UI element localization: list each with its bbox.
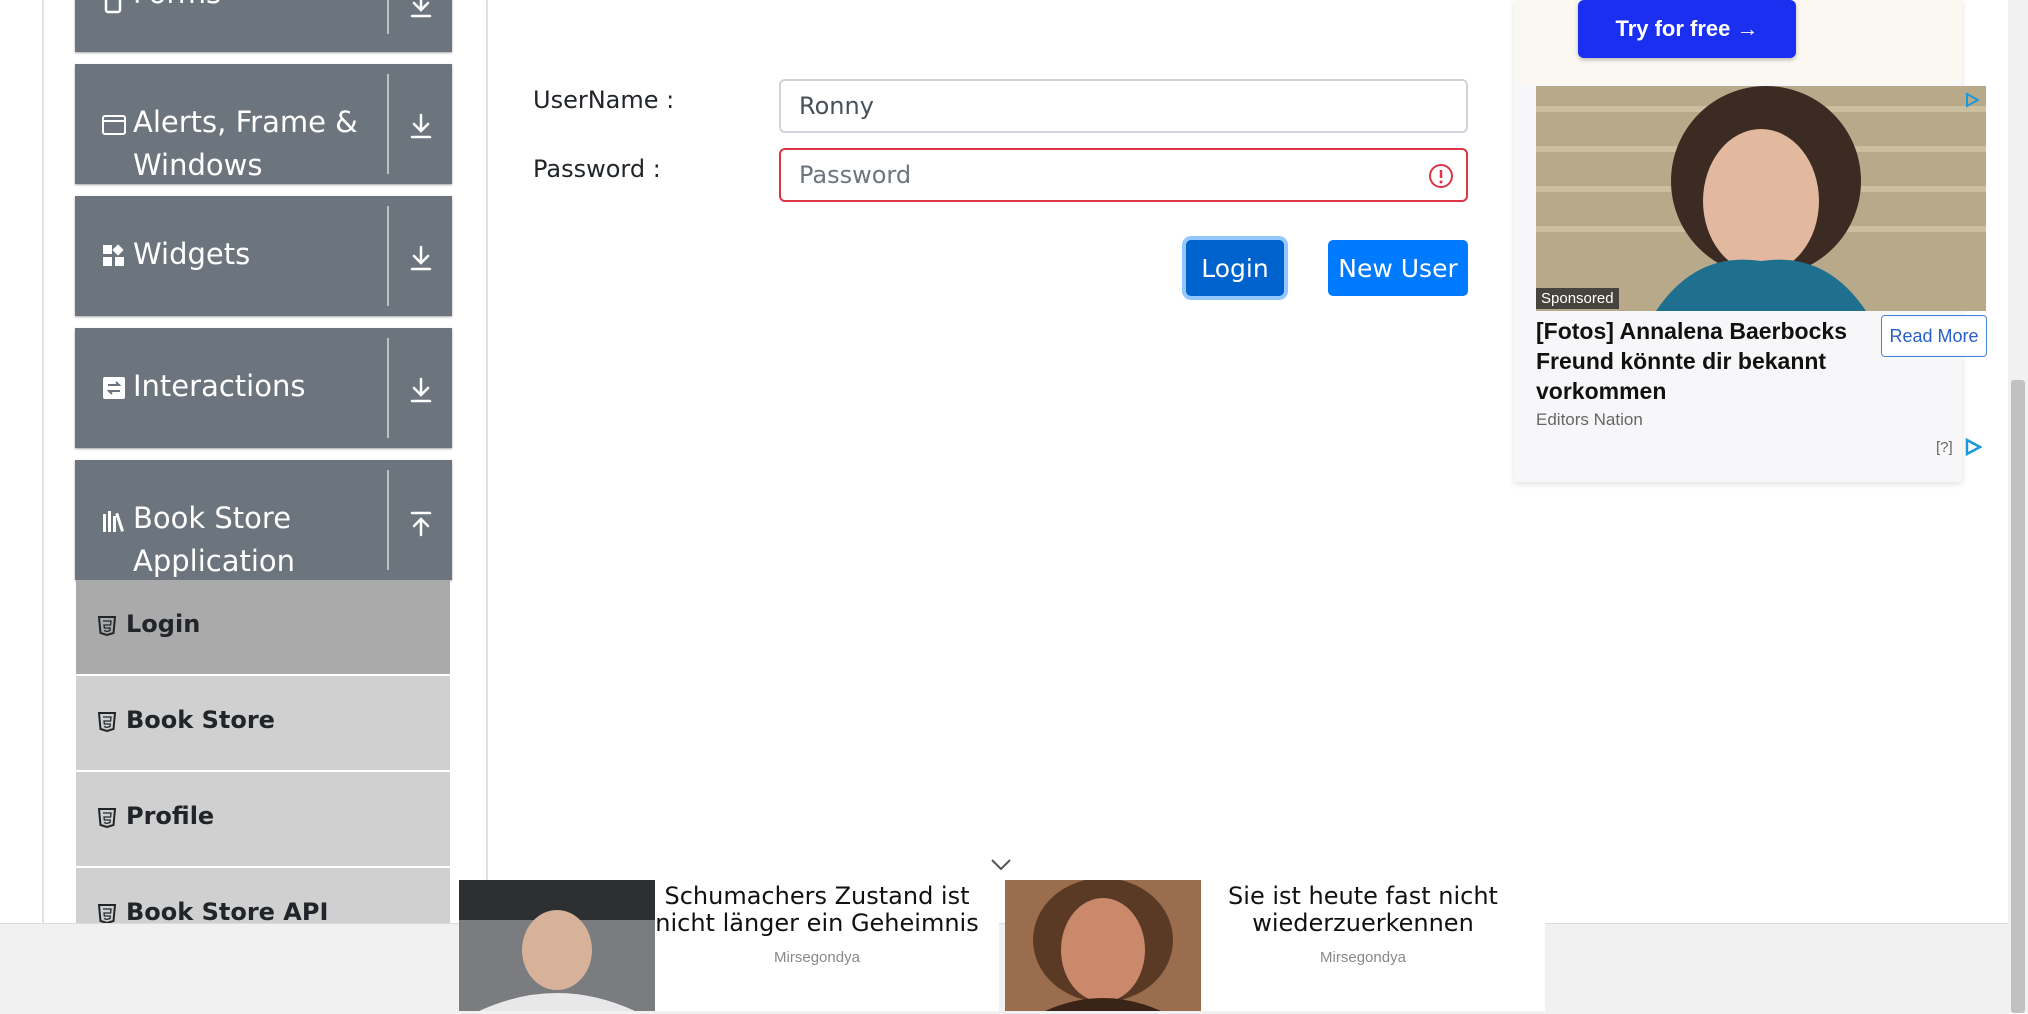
interactions-icon	[103, 377, 125, 399]
password-label: Password :	[533, 155, 661, 183]
bottom-ad-bar	[0, 923, 2008, 1014]
password-input[interactable]	[779, 148, 1468, 202]
sidebar-group-label: Interactions	[133, 369, 306, 403]
bottom-ad-source: Mirsegondya	[1320, 949, 1406, 966]
sidebar-group-label: Alerts, Frame &	[133, 105, 358, 139]
sidebar-group-forms[interactable]: Forms	[75, 0, 452, 52]
sidebar-group-label-2: Application	[133, 544, 296, 578]
sidebar-group-interactions[interactable]: Interactions	[75, 328, 452, 448]
expand-down-icon[interactable]	[405, 111, 437, 143]
sidebar-group-alerts-frame-windows[interactable]: Alerts, Frame & Windows	[75, 64, 452, 184]
collapse-up-icon[interactable]	[405, 507, 437, 539]
username-label: UserName :	[533, 86, 675, 114]
sidebar-item-label: Book Store	[126, 706, 275, 734]
username-input[interactable]	[779, 79, 1468, 133]
sponsored-label: Sponsored	[1536, 288, 1619, 309]
adchoices-icon[interactable]	[1964, 438, 1982, 456]
books-icon	[103, 511, 124, 532]
group-separator	[387, 206, 389, 306]
thumbnail-placeholder	[459, 880, 655, 1011]
adchoices-top-icon[interactable]	[1964, 92, 1980, 108]
sidebar-item-book-store[interactable]: Book Store	[76, 676, 450, 772]
login-button[interactable]: Login	[1186, 240, 1284, 296]
sidebar-item-label: Profile	[126, 802, 215, 830]
sidebar-group-label: Forms	[133, 0, 221, 15]
read-more-button[interactable]: Read More	[1881, 315, 1987, 357]
group-separator	[387, 470, 389, 570]
bottom-ad-2[interactable]: Sie ist heute fast nicht wiederzuerkenne…	[1005, 880, 1545, 1011]
widgets-icon	[103, 244, 124, 266]
ad-thumbnail	[1005, 880, 1201, 1011]
ad-source: Editors Nation	[1536, 410, 1643, 429]
ad-help-link[interactable]: [?]	[1936, 439, 1953, 456]
sidebar-item-label: Login	[126, 610, 201, 638]
bottom-ad-title: Sie ist heute fast nicht wiederzuerkenne…	[1228, 882, 1498, 937]
bottom-ad-1[interactable]: Schumachers Zustand ist nicht länger ein…	[459, 880, 999, 1011]
group-separator	[387, 74, 389, 174]
chevron-down-icon[interactable]	[990, 858, 1012, 872]
window-icon	[102, 115, 126, 135]
group-separator	[387, 0, 389, 34]
ad-card[interactable]: Try for free → Sponsored [Fotos] Annalen…	[1514, 0, 1987, 482]
new-user-button[interactable]: New User	[1328, 240, 1468, 296]
group-separator	[387, 338, 389, 438]
sidebar-item-login[interactable]: Login	[76, 580, 450, 676]
expand-down-icon[interactable]	[405, 243, 437, 275]
ad-thumbnail	[459, 880, 655, 1011]
ad-image[interactable]	[1536, 86, 1986, 311]
content-divider	[486, 0, 488, 924]
sidebar-group-label-2: Windows	[133, 148, 263, 182]
thumbnail-placeholder	[1005, 880, 1201, 1011]
sidebar-group-label: Widgets	[133, 237, 251, 271]
try-for-free-button[interactable]: Try for free →	[1578, 0, 1796, 58]
html5-icon	[98, 904, 116, 924]
expand-down-icon[interactable]	[405, 375, 437, 407]
html5-icon	[98, 712, 116, 732]
sidebar-item-profile[interactable]: Profile	[76, 772, 450, 868]
sidebar-group-book-store-application[interactable]: Book Store Application	[75, 460, 452, 580]
html5-icon	[98, 616, 116, 636]
forms-icon	[104, 0, 122, 14]
ad-headline[interactable]: [Fotos] Annalena Baerbocks Freund könnte…	[1536, 316, 1866, 406]
left-divider	[42, 0, 44, 924]
scrollbar-thumb[interactable]	[2011, 380, 2025, 1013]
portrait-placeholder	[1536, 86, 1986, 311]
html5-icon	[98, 808, 116, 828]
expand-down-icon[interactable]	[405, 0, 437, 22]
sidebar-item-label: Book Store API	[126, 898, 329, 926]
sidebar-group-label: Book Store	[133, 501, 292, 535]
invalid-warning-icon	[1429, 164, 1453, 188]
sidebar-group-widgets[interactable]: Widgets	[75, 196, 452, 316]
bottom-ad-source: Mirsegondya	[774, 949, 860, 966]
bottom-ad-title: Schumachers Zustand ist nicht länger ein…	[655, 882, 979, 937]
